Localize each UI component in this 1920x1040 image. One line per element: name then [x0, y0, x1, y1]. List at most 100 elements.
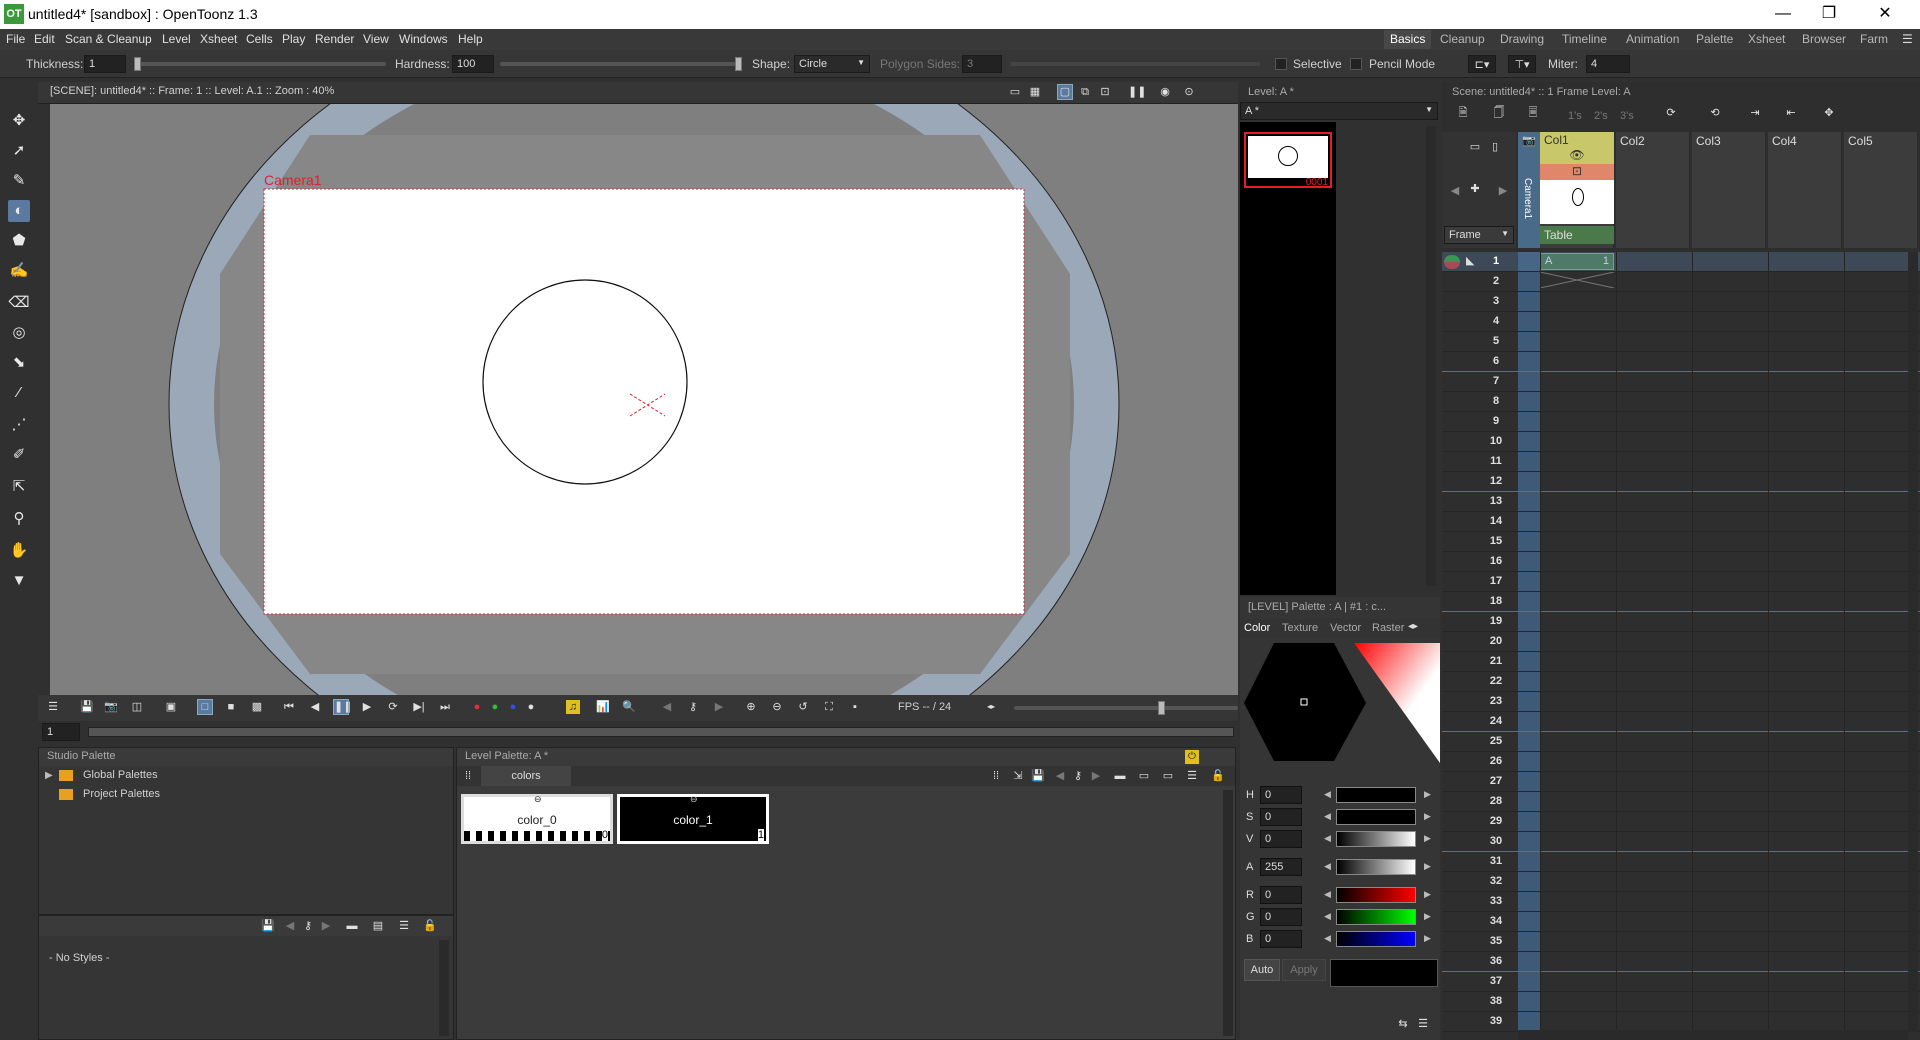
maximize-button[interactable]: ❐ [1806, 0, 1852, 29]
thickness-field[interactable]: 1 [84, 55, 126, 73]
save-icon[interactable]: 💾 [1031, 769, 1045, 783]
column-header-col3[interactable]: Col3 [1692, 132, 1766, 248]
eraser-tool-icon[interactable]: ⌫ [8, 292, 30, 314]
xsheet-grid[interactable]: A 1 1 ◣ 2 3 4 5 6 7 8 9 10 11 12 13 14 15 16 17 18 19 20 21 22… [1442, 252, 1920, 1040]
options-icon[interactable]: ☰ [1416, 1017, 1430, 1031]
miter-field[interactable]: 4 [1586, 55, 1630, 73]
frame-dropdown[interactable]: Frame ▼ [1444, 226, 1514, 244]
decrement-icon[interactable]: ◀ [1324, 811, 1331, 822]
first-frame-icon[interactable]: ⏮ [282, 700, 296, 714]
zoom-tool-icon[interactable]: ⚲ [8, 508, 30, 530]
channel-v-field[interactable]: 0 [1260, 830, 1302, 848]
xsheet-row[interactable]: 19 [1442, 612, 1920, 632]
level-strip-scrollbar[interactable] [1426, 126, 1436, 586]
reframe-icon[interactable]: ⟳ [1664, 106, 1678, 120]
frame-zoom-icon[interactable]: ▯ [1488, 140, 1502, 154]
channel-r-field[interactable]: 0 [1260, 886, 1302, 904]
green-channel-icon[interactable]: ● [488, 700, 502, 714]
xsheet-row[interactable]: 9 [1442, 412, 1920, 432]
blue-channel-icon[interactable]: ● [506, 700, 520, 714]
rooms-menu-icon[interactable]: ☰ [1896, 30, 1919, 49]
xsheet-row[interactable]: 37 [1442, 972, 1920, 992]
increment-icon[interactable]: ▶ [1424, 833, 1431, 844]
xsheet-row[interactable]: 22 [1442, 672, 1920, 692]
lock-icon[interactable]: 🔓 [1211, 769, 1225, 783]
xsheet-row[interactable]: 23 [1442, 692, 1920, 712]
xsheet-row[interactable]: 21 [1442, 652, 1920, 672]
xsheet-row[interactable]: 8 [1442, 392, 1920, 412]
next-icon[interactable]: ▶ [319, 919, 333, 933]
next-key-icon[interactable]: ▶ [712, 700, 726, 714]
xsheet-row[interactable]: 13 [1442, 492, 1920, 512]
pencil-mode-checkbox[interactable] [1350, 58, 1362, 70]
new-style-icon[interactable]: ▬ [1113, 769, 1127, 783]
new-toonz-raster-level-icon[interactable]: 🗍 [1492, 106, 1506, 120]
xsheet-horizontal-scrollbar[interactable] [1518, 1030, 1908, 1040]
xsheet-row[interactable]: 39 [1442, 1012, 1920, 1032]
xsheet-row[interactable]: 27 [1442, 772, 1920, 792]
decrement-icon[interactable]: ◀ [1324, 911, 1331, 922]
decrement-icon[interactable]: ◀ [1324, 933, 1331, 944]
thickness-slider-handle[interactable] [134, 57, 141, 71]
menu-scan-cleanup[interactable]: Scan & Cleanup [65, 32, 152, 46]
pegbar-label[interactable]: Table [1540, 226, 1614, 244]
channel-s-slider[interactable] [1336, 809, 1416, 825]
xsheet-row[interactable]: 26 [1442, 752, 1920, 772]
current-frame-marker-icon[interactable]: ◣ [1466, 254, 1474, 267]
add-column-icon[interactable]: ✚ [1468, 182, 1482, 196]
minimize-button[interactable]: — [1760, 0, 1806, 29]
key-icon[interactable]: ⚷ [301, 919, 315, 933]
column-header-col1[interactable]: Col1 👁 ⊡ Table [1540, 132, 1614, 248]
tab-vector[interactable]: Vector [1330, 622, 1361, 634]
grid-icon[interactable]: ⁞⁞ [461, 769, 475, 783]
shape-dropdown[interactable]: Circle ▼ [794, 55, 870, 73]
fps-stepper-icon[interactable]: ◂▸ [984, 700, 998, 714]
move-icon[interactable]: ✥ [1822, 106, 1836, 120]
histogram-view-icon[interactable]: 📊 [596, 700, 610, 714]
layer-header-icon[interactable]: ▭ [1468, 140, 1482, 154]
channel-g-field[interactable]: 0 [1260, 908, 1302, 926]
xsheet-row[interactable]: 20 [1442, 632, 1920, 652]
channel-b-field[interactable]: 0 [1260, 930, 1302, 948]
pinch-tool-icon[interactable]: ✐ [8, 444, 30, 466]
lock-icon[interactable]: 🔓 [423, 919, 437, 933]
next-frame-icon[interactable]: ▶| [412, 700, 426, 714]
level-strip-frame-0001[interactable]: 0001 [1244, 132, 1332, 188]
increment-icon[interactable]: ▶ [1424, 789, 1431, 800]
channel-g-slider[interactable] [1336, 909, 1416, 925]
xsheet-row[interactable]: 1 ◣ [1442, 252, 1920, 272]
new-vector-level-icon[interactable]: 🗎 [1456, 106, 1470, 120]
apply-button[interactable]: Apply [1282, 959, 1326, 981]
xsheet-row[interactable]: 24 [1442, 712, 1920, 732]
room-xsheet[interactable]: Xsheet [1742, 30, 1791, 49]
selection-tool-icon[interactable]: ➚ [8, 140, 30, 162]
red-channel-icon[interactable]: ● [470, 700, 484, 714]
step-3s[interactable]: 3's [1620, 110, 1634, 122]
zoom-out-icon[interactable]: ⊖ [770, 700, 784, 714]
power-icon[interactable]: ⏻ [1185, 750, 1199, 764]
loop-icon[interactable]: ⟳ [386, 700, 400, 714]
decrement-icon[interactable]: ◀ [1324, 889, 1331, 900]
brush-tool-icon[interactable]: ✎ [8, 170, 30, 192]
room-farm[interactable]: Farm [1854, 30, 1894, 49]
view-mode-icon[interactable]: ▭ [1161, 769, 1175, 783]
new-page-icon[interactable]: ▭ [1137, 769, 1151, 783]
type-tool-icon[interactable]: ⬟ [8, 230, 30, 252]
channel-h-slider[interactable] [1336, 787, 1416, 803]
room-basics[interactable]: Basics [1384, 30, 1432, 49]
increment-icon[interactable]: ▶ [1424, 889, 1431, 900]
prev-key-icon[interactable]: ◀ [660, 700, 674, 714]
hardness-slider-handle[interactable] [735, 57, 742, 71]
palette-page-tab[interactable]: colors [481, 766, 571, 786]
room-animation[interactable]: Animation [1620, 30, 1685, 49]
save-as-icon[interactable]: ⇲ [1011, 769, 1025, 783]
preview-visible-icon[interactable]: 👁 [1540, 148, 1614, 164]
xsheet-row[interactable]: 32 [1442, 872, 1920, 892]
xsheet-row[interactable]: 4 [1442, 312, 1920, 332]
column-header-col4[interactable]: Col4 [1768, 132, 1842, 248]
xsheet-row[interactable]: 36 [1442, 952, 1920, 972]
options-icon[interactable]: ☰ [1185, 769, 1199, 783]
decrement-icon[interactable]: ◀ [1324, 833, 1331, 844]
polygon-sides-field[interactable]: 3 [962, 55, 1002, 73]
decrement-icon[interactable]: ◀ [1324, 789, 1331, 800]
